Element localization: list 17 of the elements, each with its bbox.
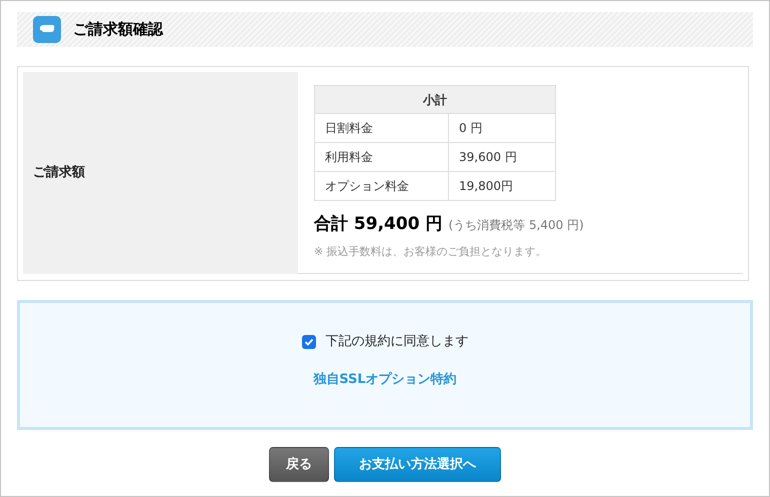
total-amount: 合計 59,400 円	[314, 213, 442, 236]
back-button[interactable]: 戻る	[269, 447, 329, 482]
agree-label: 下記の規約に同意します	[326, 333, 468, 351]
section-title: ご請求額確認	[73, 19, 163, 40]
billing-label: ご請求額	[33, 164, 85, 182]
table-cell: 19,800円	[448, 172, 556, 200]
terms-link[interactable]: 独自SSLオプション特約	[313, 370, 457, 389]
agree-checkbox[interactable]	[302, 334, 316, 349]
table-cell: オプション料金	[314, 172, 448, 200]
table-cell: 39,600 円	[448, 142, 556, 172]
fee-note: ※ 振込手数料は、お客様のご負担となります。	[314, 244, 548, 260]
payment-method-button[interactable]: お支払い方法選択へ	[334, 447, 501, 482]
table-header: 小計	[314, 86, 556, 114]
tax-note: (うち消費税等 5,400 円)	[448, 217, 584, 234]
table-cell: 利用料金	[314, 142, 448, 172]
table-cell: 日割料金	[314, 114, 448, 142]
table-cell: 0 円	[448, 114, 556, 142]
